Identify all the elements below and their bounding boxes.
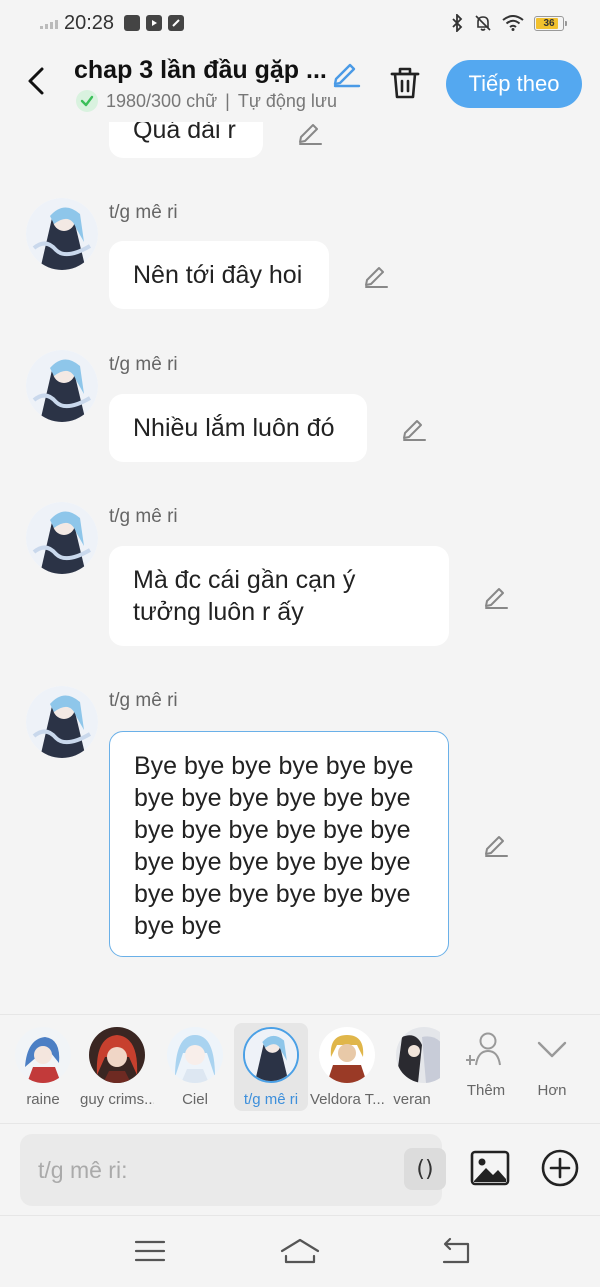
message-text: Quá dài r: [133, 122, 236, 144]
chapter-title[interactable]: chap 3 lần đầu gặp ...: [74, 56, 326, 85]
character-avatar: [15, 1027, 71, 1083]
message-text: Nhiều lắm luôn đó: [133, 414, 335, 442]
menu-icon[interactable]: [130, 1234, 170, 1268]
avatar[interactable]: [26, 198, 98, 270]
edit-pencil-icon[interactable]: [362, 261, 390, 289]
next-button[interactable]: Tiếp theo: [446, 60, 582, 108]
system-nav-bar: [0, 1216, 600, 1287]
message-text: Bye bye bye bye bye bye bye bye bye bye …: [134, 752, 414, 940]
character-avatar: [243, 1027, 299, 1083]
youtube-icon: [146, 15, 163, 31]
sender-name: t/g mê ri: [109, 690, 178, 711]
sender-name: t/g mê ri: [109, 354, 178, 375]
character-item[interactable]: guy crims...: [80, 1023, 154, 1111]
app-icon: [168, 15, 185, 31]
character-name: t/g mê ri: [243, 1091, 299, 1108]
edit-pencil-icon[interactable]: [400, 414, 428, 442]
add-label: Thêm: [466, 1082, 506, 1099]
image-icon[interactable]: [468, 1146, 512, 1190]
character-name: veran: [393, 1091, 431, 1108]
avatar[interactable]: [26, 502, 98, 574]
bluetooth-icon: [452, 14, 463, 32]
character-item[interactable]: Ciel: [158, 1023, 232, 1111]
status-time: 20:28: [64, 11, 115, 34]
avatar[interactable]: [26, 350, 98, 422]
character-item[interactable]: veran: [384, 1023, 440, 1111]
trash-icon[interactable]: [386, 64, 424, 102]
chat-area[interactable]: Quá dài r t/g mê ri Nên tới đây hoi t/g …: [0, 122, 600, 1014]
character-item[interactable]: raine: [6, 1023, 80, 1111]
save-status: 1980/300 chữ | Tự động lưu: [76, 90, 337, 112]
sender-name: t/g mê ri: [109, 506, 178, 527]
edit-pencil-icon[interactable]: [482, 582, 510, 610]
message-input-container[interactable]: (): [20, 1134, 446, 1206]
edit-pencil-icon[interactable]: [482, 830, 510, 858]
character-avatar: [319, 1027, 375, 1083]
edit-pencil-icon[interactable]: [296, 122, 324, 146]
message-input[interactable]: [38, 1134, 378, 1206]
message-bubble-selected[interactable]: Bye bye bye bye bye bye bye bye bye bye …: [109, 731, 449, 957]
battery-level: 36: [543, 17, 555, 29]
more-button[interactable]: Hơn: [522, 1029, 582, 1099]
add-person-icon: [465, 1032, 501, 1066]
message-bubble[interactable]: Nhiều lắm luôn đó: [109, 394, 367, 462]
add-circle-icon[interactable]: [538, 1146, 582, 1190]
signal-icon: [40, 17, 58, 29]
status-bar: 20:28 36: [0, 0, 600, 46]
more-label: Hơn: [537, 1082, 567, 1099]
message-text: Nên tới đây hoi: [133, 261, 303, 289]
check-icon: [76, 90, 98, 112]
message-bubble[interactable]: Quá dài r: [109, 122, 263, 158]
character-name: Ciel: [182, 1091, 208, 1108]
character-name: guy crims...: [80, 1091, 154, 1108]
parentheses-button[interactable]: (): [404, 1148, 446, 1190]
character-avatar: [167, 1027, 223, 1083]
wifi-icon: [502, 15, 524, 31]
sender-name: t/g mê ri: [109, 202, 178, 223]
character-selector: raine guy crims... Ciel t/g mê ri Veldor…: [0, 1014, 600, 1124]
message-bubble[interactable]: Mà đc cái gần cạn ý tưởng luôn r ấy: [109, 546, 449, 646]
character-name: Veldora T...: [310, 1091, 384, 1108]
character-avatar: [396, 1027, 440, 1083]
autosave-label: Tự động lưu: [237, 90, 337, 111]
home-icon[interactable]: [280, 1234, 320, 1268]
message-text: Mà đc cái gần cạn ý tưởng luôn r ấy: [133, 566, 356, 626]
edit-title-pencil-icon[interactable]: [330, 56, 362, 88]
editor-header: chap 3 lần đầu gặp ... 1980/300 chữ | Tự…: [0, 46, 600, 122]
mute-icon: [475, 15, 491, 31]
chevron-down-icon: [537, 1041, 567, 1058]
status-separator: |: [225, 90, 230, 111]
character-item[interactable]: Veldora T...: [310, 1023, 384, 1111]
character-name: raine: [26, 1091, 60, 1108]
character-item-selected[interactable]: t/g mê ri: [234, 1023, 308, 1111]
battery-icon: 36: [534, 15, 567, 31]
add-character-button[interactable]: Thêm: [456, 1029, 516, 1099]
back-nav-icon[interactable]: [436, 1234, 476, 1268]
avatar[interactable]: [26, 686, 98, 758]
back-arrow-icon[interactable]: [20, 64, 54, 98]
character-avatar: [89, 1027, 145, 1083]
word-count: 1980/300 chữ: [106, 90, 218, 111]
composer: (): [0, 1124, 600, 1216]
notification-app-icon: [124, 15, 141, 31]
message-bubble[interactable]: Nên tới đây hoi: [109, 241, 329, 309]
